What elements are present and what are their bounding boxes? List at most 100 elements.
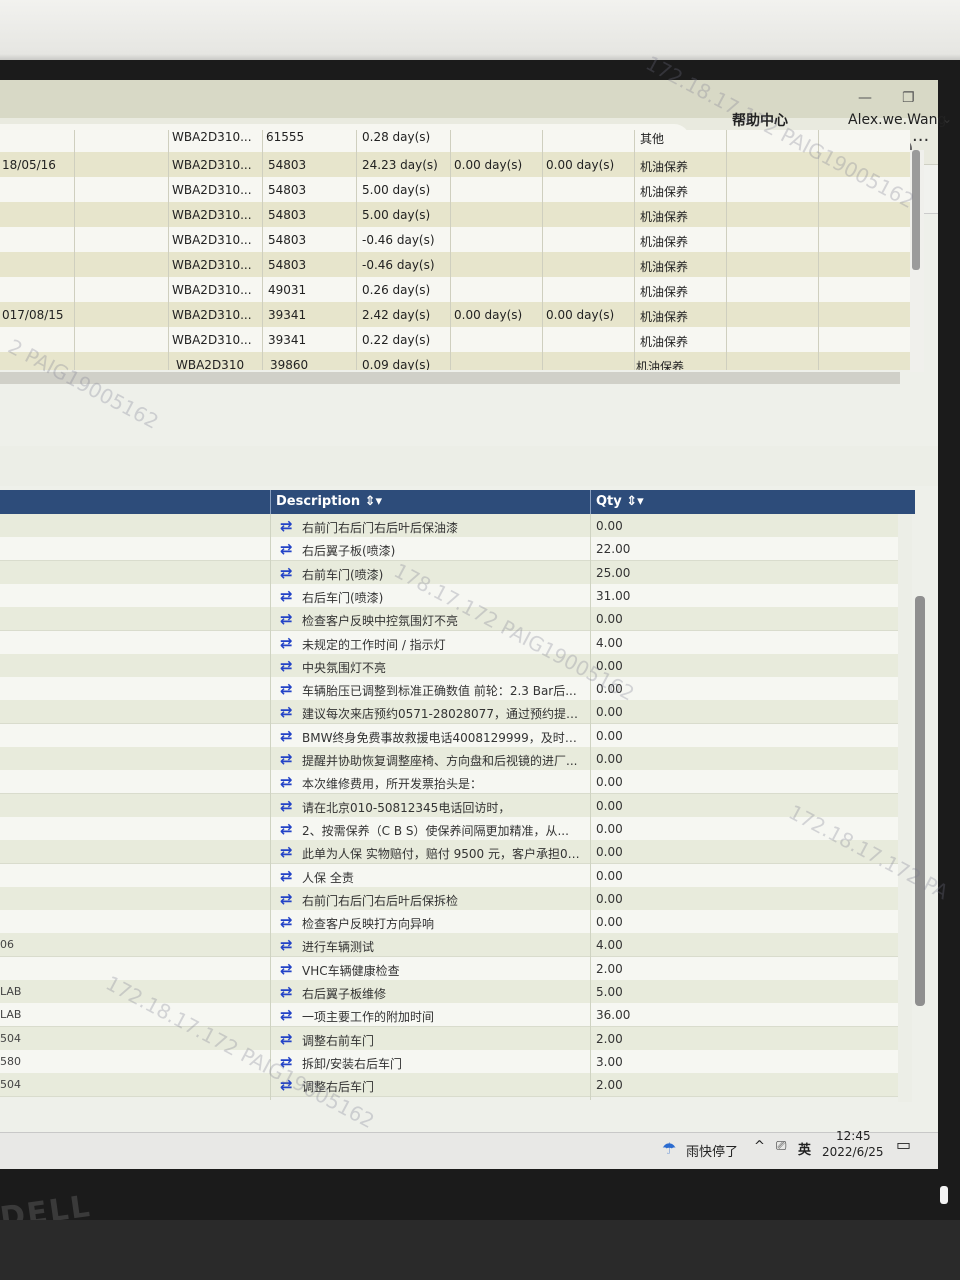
clock-time[interactable]: 12:45	[836, 1129, 871, 1143]
qty-header[interactable]: Qty ⇕▾	[596, 494, 644, 509]
swap-arrows-icon[interactable]: ⇄	[280, 727, 293, 745]
table-row[interactable]: 017/08/15 WBA2D310... 39341 2.42 day(s) 0.00…	[0, 302, 910, 328]
swap-arrows-icon[interactable]: ⇄	[280, 820, 293, 838]
job-row[interactable]: ⇄ 2、按需保养（C B S）使保养间隔更加精准，从... 0.00	[0, 816, 898, 841]
job-row[interactable]: ⇄ 中央氛围灯不亮 0.00	[0, 653, 898, 678]
swap-arrows-icon[interactable]: ⇄	[280, 750, 293, 768]
cell-vin: WBA2D310...	[172, 158, 252, 172]
cell-vin: WBA2D310...	[172, 233, 252, 247]
clock-date[interactable]: 2022/6/25	[822, 1145, 884, 1159]
scrollbar-thumb[interactable]	[915, 596, 925, 1006]
browser-titlebar: — ❐	[0, 80, 938, 118]
network-icon[interactable]: ⎚	[776, 1139, 786, 1154]
swap-arrows-icon[interactable]: ⇄	[280, 587, 293, 605]
row-description: 一项主要工作的附加时间	[302, 1010, 435, 1025]
table-row[interactable]: WBA2D310... 49031 0.26 day(s) 机油保养	[0, 277, 910, 303]
swap-arrows-icon[interactable]: ⇄	[280, 1030, 293, 1048]
scrollbar-thumb[interactable]	[912, 150, 920, 270]
table-row[interactable]: WBA2D310... 54803 5.00 day(s) 机油保养	[0, 177, 910, 203]
job-row[interactable]: ⇄ VHC车辆健康检查 2.00	[0, 956, 898, 981]
weather-text[interactable]: 雨快停了	[686, 1141, 738, 1160]
job-row[interactable]: ⇄ 请在北京010-50812345电话回访时， 0.00	[0, 793, 898, 818]
job-row[interactable]: ⇄ 未规定的工作时间 / 指示灯 4.00	[0, 630, 898, 655]
job-row[interactable]: ⇄ 右后翼子板(喷漆) 22.00	[0, 537, 898, 562]
job-row[interactable]: 504 ⇄ 调整右后车门 2.00	[0, 1073, 898, 1098]
job-row[interactable]: ⇄ 车辆胎压已调整到标准正确数值 前轮：2.3 Bar后... 0.00	[0, 677, 898, 702]
column-divider	[590, 514, 591, 1100]
swap-arrows-icon[interactable]: ⇄	[280, 564, 293, 582]
swap-arrows-icon[interactable]: ⇄	[280, 1006, 293, 1024]
chevron-up-icon[interactable]: ^	[754, 1139, 765, 1154]
sort-filter-icon[interactable]: ⇕▾	[626, 494, 643, 509]
job-row[interactable]: 580 ⇄ 拆卸/安装右后车门 3.00	[0, 1049, 898, 1074]
swap-arrows-icon[interactable]: ⇄	[280, 797, 293, 815]
minimize-button[interactable]: —	[858, 90, 872, 106]
swap-arrows-icon[interactable]: ⇄	[280, 540, 293, 558]
power-led	[940, 1186, 948, 1204]
swap-arrows-icon[interactable]: ⇄	[280, 610, 293, 628]
swap-arrows-icon[interactable]: ⇄	[280, 890, 293, 908]
row-description: 右前门右后门右后叶后保拆检	[302, 893, 459, 908]
row-description: 建议每次来店预约0571-28028077，通过预约提前...	[302, 707, 580, 722]
row-description: 车辆胎压已调整到标准正确数值 前轮：2.3 Bar后...	[302, 684, 577, 699]
row-code: LAB	[0, 985, 22, 998]
cell-d1: -0.46 day(s)	[362, 233, 435, 247]
job-row[interactable]: ⇄ 建议每次来店预约0571-28028077，通过预约提前... 0.00	[0, 700, 898, 725]
swap-arrows-icon[interactable]: ⇄	[280, 680, 293, 698]
row-qty: 0.00	[596, 798, 623, 813]
job-row[interactable]: ⇄ BMW终身免费事故救援电话4008129999，及时安... 0.00	[0, 723, 898, 748]
row-description: 人保 全责	[302, 870, 354, 885]
row-qty: 22.00	[596, 542, 631, 557]
job-row[interactable]: ⇄ 此单为人保 实物赔付，赔付 9500 元，客户承担0 ... 0.00	[0, 840, 898, 865]
swap-arrows-icon[interactable]: ⇄	[280, 936, 293, 954]
cell-mileage: 39341	[268, 308, 307, 322]
row-description: 中央氛围灯不亮	[302, 660, 387, 675]
weather-icon[interactable]: ☂	[662, 1139, 676, 1158]
horizontal-scrollbar[interactable]	[0, 372, 900, 384]
user-menu[interactable]: Alex.we.Wang	[848, 112, 946, 128]
table-row[interactable]: 18/05/16 WBA2D310... 54803 24.23 day(s) 0.00…	[0, 152, 910, 178]
swap-arrows-icon[interactable]: ⇄	[280, 960, 293, 978]
swap-arrows-icon[interactable]: ⇄	[280, 657, 293, 675]
swap-arrows-icon[interactable]: ⇄	[280, 843, 293, 861]
job-row[interactable]: ⇄ 人保 全责 0.00	[0, 863, 898, 888]
swap-arrows-icon[interactable]: ⇄	[280, 634, 293, 652]
ime-indicator[interactable]: 英	[798, 1139, 811, 1158]
description-header[interactable]: Description ⇕▾	[276, 494, 382, 509]
job-row[interactable]: 06 ⇄ 进行车辆测试 4.00	[0, 933, 898, 958]
table-row-partial[interactable]: WBA2D310 39860 0.09 day(s) 机油保养	[0, 352, 910, 370]
swap-arrows-icon[interactable]: ⇄	[280, 983, 293, 1001]
job-row[interactable]: ⇄ 提醒并协助恢复调整座椅、方向盘和后视镜的进厂... 0.00	[0, 747, 898, 771]
swap-arrows-icon[interactable]: ⇄	[280, 517, 293, 535]
table-row[interactable]: WBA2D310... 54803 -0.46 day(s) 机油保养	[0, 227, 910, 253]
swap-arrows-icon[interactable]: ⇄	[280, 773, 293, 791]
more-menu-icon[interactable]: ···	[912, 130, 929, 151]
job-row[interactable]: 504 ⇄ 调整右前车门 2.00	[0, 1026, 898, 1051]
swap-arrows-icon[interactable]: ⇄	[280, 867, 293, 885]
table-row[interactable]: WBA2D310... 54803 -0.46 day(s) 机油保养	[0, 252, 910, 278]
column-divider	[450, 130, 451, 370]
swap-arrows-icon[interactable]: ⇄	[280, 913, 293, 931]
job-row[interactable]: ⇄ 右前车门(喷漆) 25.00	[0, 560, 898, 585]
sort-filter-icon[interactable]: ⇕▾	[365, 494, 382, 509]
cell-d1: 5.00 day(s)	[362, 208, 431, 222]
row-description: 右后翼子板维修	[302, 987, 387, 1001]
row-qty: 0.00	[596, 612, 623, 627]
restore-button[interactable]: ❐	[902, 90, 915, 106]
table-row[interactable]: WBA2D310... 54803 5.00 day(s) 机油保养	[0, 202, 910, 228]
job-row[interactable]: ⇄ 本次维修费用，所开发票抬头是： 0.00	[0, 770, 898, 795]
row-qty: 0.00	[596, 868, 623, 883]
job-row[interactable]: ⇄ 右前门右后门右后叶后保拆检 0.00	[0, 886, 898, 911]
notification-icon[interactable]: ▭	[896, 1135, 911, 1154]
chevron-down-icon[interactable]: ⌄	[942, 112, 952, 126]
column-divider	[542, 130, 543, 370]
job-row[interactable]: ⇄ 右前门右后门右后叶后保油漆 0.00	[0, 514, 898, 538]
cell-type: 机油保养	[640, 310, 689, 324]
row-qty: 36.00	[596, 1008, 631, 1023]
cell-d1: 0.26 day(s)	[362, 283, 431, 297]
table-row[interactable]: WBA2D310... 39341 0.22 day(s) 机油保养	[0, 327, 910, 353]
swap-arrows-icon[interactable]: ⇄	[280, 703, 293, 721]
vertical-scrollbar[interactable]	[898, 514, 912, 1102]
job-row[interactable]: ⇄ 检查客户反映打方向异响 0.00	[0, 910, 898, 935]
row-description: 进行车辆测试	[302, 940, 375, 955]
